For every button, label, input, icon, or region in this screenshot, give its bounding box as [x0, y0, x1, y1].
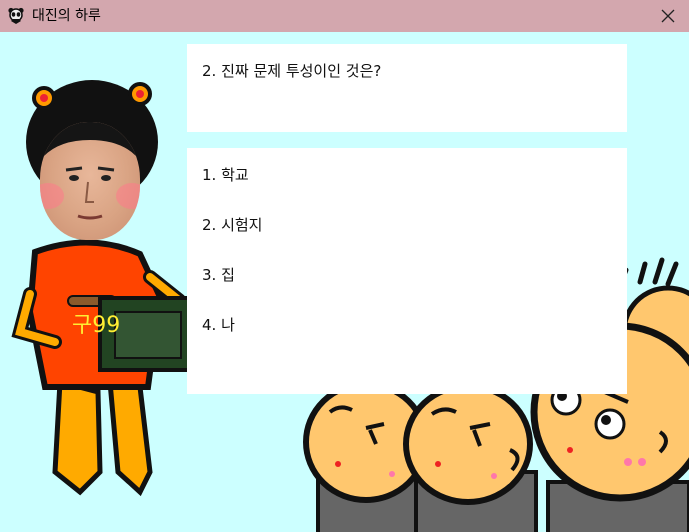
close-button[interactable]	[652, 0, 684, 32]
answer-option-2[interactable]: 2. 시험지	[202, 212, 266, 237]
window-title: 대진의 하루	[32, 8, 101, 24]
game-stage: 구99 2. 진짜 문제 투성이인 것은? 1. 학교 2. 시험지 3. 집 …	[0, 32, 689, 532]
answer-option-1[interactable]: 1. 학교	[202, 162, 253, 187]
player-face-photo	[40, 122, 140, 240]
student-2	[403, 383, 538, 532]
panda-icon	[7, 7, 25, 25]
close-icon	[661, 9, 675, 23]
answer-panel: 1. 학교 2. 시험지 3. 집 4. 나	[187, 148, 627, 394]
answer-option-3[interactable]: 3. 집	[202, 262, 239, 287]
answer-option-4[interactable]: 4. 나	[202, 312, 239, 337]
title-bar: 대진의 하루	[0, 0, 689, 32]
question-panel: 2. 진짜 문제 투성이인 것은?	[187, 44, 627, 132]
shirt-text: 구99	[72, 313, 120, 338]
question-text: 2. 진짜 문제 투성이인 것은?	[202, 62, 382, 80]
